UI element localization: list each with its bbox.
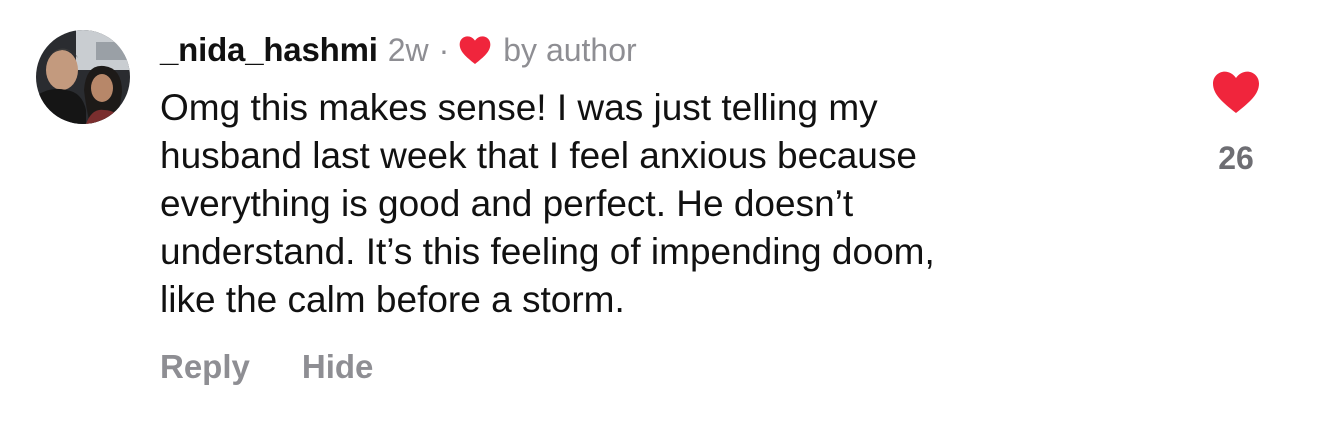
separator-dot: · <box>438 31 450 68</box>
username-link[interactable]: _nida_hashmi <box>160 31 378 69</box>
comment-item: _nida_hashmi 2w · by author Omg this mak… <box>0 0 1320 440</box>
liked-by-author-label: by author <box>503 31 637 68</box>
comment-text-line: everything is good and perfect. He doesn… <box>160 183 854 224</box>
timestamp: 2w <box>387 31 429 68</box>
comment-text-line: husband last week that I feel anxious be… <box>160 135 917 176</box>
comment-text: Omg this makes sense! I was just telling… <box>160 84 1120 324</box>
heart-filled-icon[interactable] <box>1212 70 1260 114</box>
avatar-photo <box>36 30 130 124</box>
hide-button[interactable]: Hide <box>302 348 374 386</box>
comment-text-line: Omg this makes sense! I was just telling… <box>160 87 878 128</box>
comment-header: _nida_hashmi 2w · by author <box>160 28 637 72</box>
like-count[interactable]: 26 <box>1196 140 1276 177</box>
comment-text-line: understand. It’s this feeling of impendi… <box>160 231 935 272</box>
comment-text-line: like the calm before a storm. <box>160 279 625 320</box>
reply-button[interactable]: Reply <box>160 348 250 386</box>
avatar[interactable] <box>36 30 130 124</box>
heart-filled-icon <box>459 35 491 65</box>
like-control: 26 <box>1196 70 1276 177</box>
comment-actions: Reply Hide <box>160 348 373 386</box>
